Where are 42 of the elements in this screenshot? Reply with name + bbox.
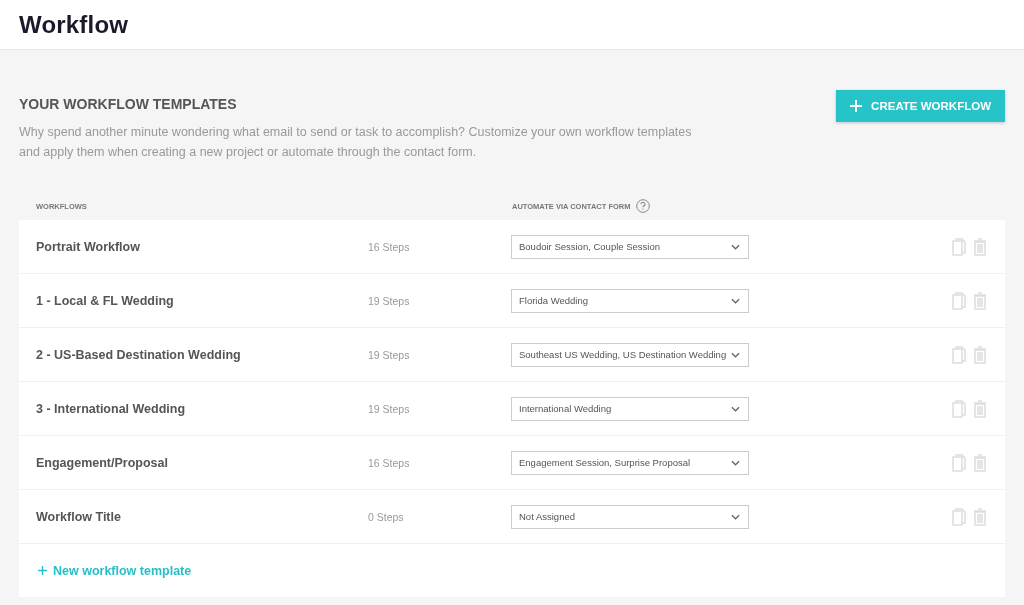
trash-icon[interactable] [973,291,987,310]
section-heading: YOUR WORKFLOW TEMPLATES [19,96,238,112]
chevron-down-icon [731,297,740,304]
workflow-name[interactable]: Workflow Title [19,509,368,524]
workflow-name[interactable]: Portrait Workflow [19,239,368,254]
plus-icon [850,100,863,112]
trash-icon[interactable] [973,453,987,472]
chevron-down-icon [731,459,740,466]
copy-icon[interactable] [952,399,966,418]
step-count: 19 Steps [368,294,411,307]
section-description: Why spend another minute wondering what email to send or task to accomplish? Customize your own workflow templates and apply them when creating a new project or automate through the contact form. [19,124,693,161]
workflow-name[interactable]: 1 - Local & FL Wedding [19,293,368,308]
contact-form-dropdown[interactable]: Florida Wedding [511,288,749,313]
trash-icon[interactable] [973,237,987,256]
copy-icon[interactable] [952,237,966,256]
help-icon[interactable] [636,199,651,213]
copy-icon[interactable] [952,345,966,364]
trash-icon[interactable] [973,399,987,418]
copy-icon[interactable] [952,507,966,526]
step-count: 16 Steps [368,456,411,469]
chevron-down-icon [731,513,740,520]
step-count: 16 Steps [368,240,411,253]
workflow-name[interactable]: 3 - International Wedding [19,401,368,416]
trash-icon[interactable] [973,345,987,364]
workflow-name[interactable]: Engagement/Proposal [19,455,368,470]
contact-form-dropdown[interactable]: Not Assigned [511,504,749,529]
contact-form-dropdown[interactable]: Engagement Session, Surprise Proposal [511,450,749,475]
page-title: Workflow [19,10,129,39]
step-count: 19 Steps [368,348,411,361]
contact-form-dropdown[interactable]: Boudoir Session, Couple Session [511,234,749,259]
copy-icon[interactable] [952,453,966,472]
chevron-down-icon [731,405,740,412]
step-count: 0 Steps [368,510,405,523]
contact-form-dropdown[interactable]: Southeast US Wedding, US Destination Wedding [511,342,749,367]
chevron-down-icon [731,243,740,250]
contact-form-dropdown[interactable]: International Wedding [511,396,749,421]
chevron-down-icon [731,351,740,358]
workflow-name[interactable]: 2 - US-Based Destination Wedding [19,347,368,362]
trash-icon[interactable] [973,507,987,526]
plus-icon [38,566,47,575]
step-count: 19 Steps [368,402,411,415]
copy-icon[interactable] [952,291,966,310]
